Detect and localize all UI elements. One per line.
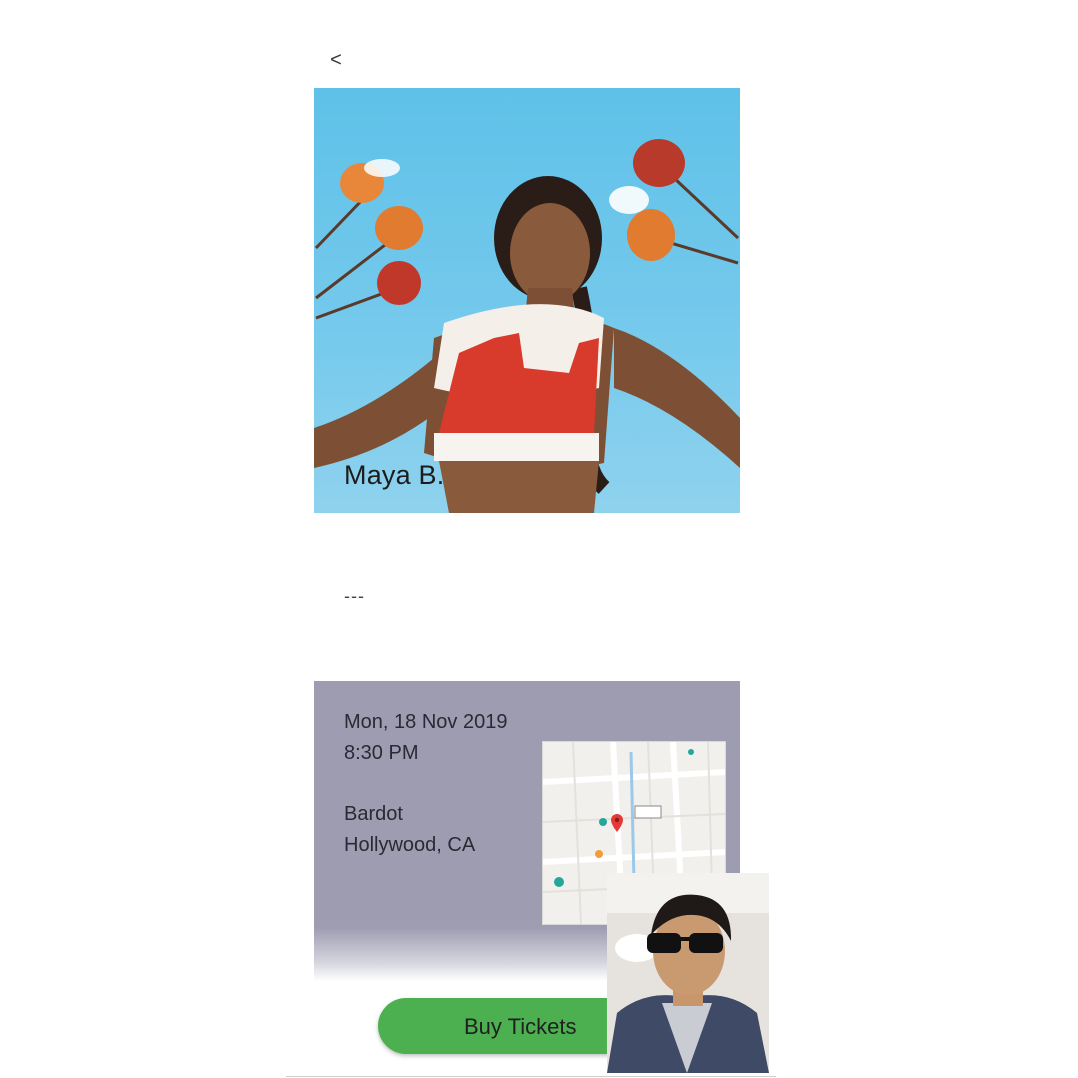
event-time: 8:30 PM — [344, 742, 419, 764]
venue-location: Hollywood, CA — [344, 834, 476, 856]
map-pin-icon — [611, 814, 623, 832]
buy-tickets-label: Buy Tickets — [464, 1014, 577, 1039]
event-date: Mon, 18 Nov 2019 — [344, 711, 508, 733]
hero-illustration — [314, 139, 740, 513]
bottom-divider — [286, 1076, 776, 1077]
webcam-person-image — [607, 873, 769, 1073]
artist-name: Maya B. — [344, 460, 445, 490]
artist-hero-image: Maya B. — [314, 88, 740, 513]
venue-name: Bardot — [344, 803, 403, 825]
back-button[interactable]: < — [322, 44, 350, 76]
section-divider: --- — [344, 586, 365, 606]
webcam-overlay — [607, 873, 769, 1073]
